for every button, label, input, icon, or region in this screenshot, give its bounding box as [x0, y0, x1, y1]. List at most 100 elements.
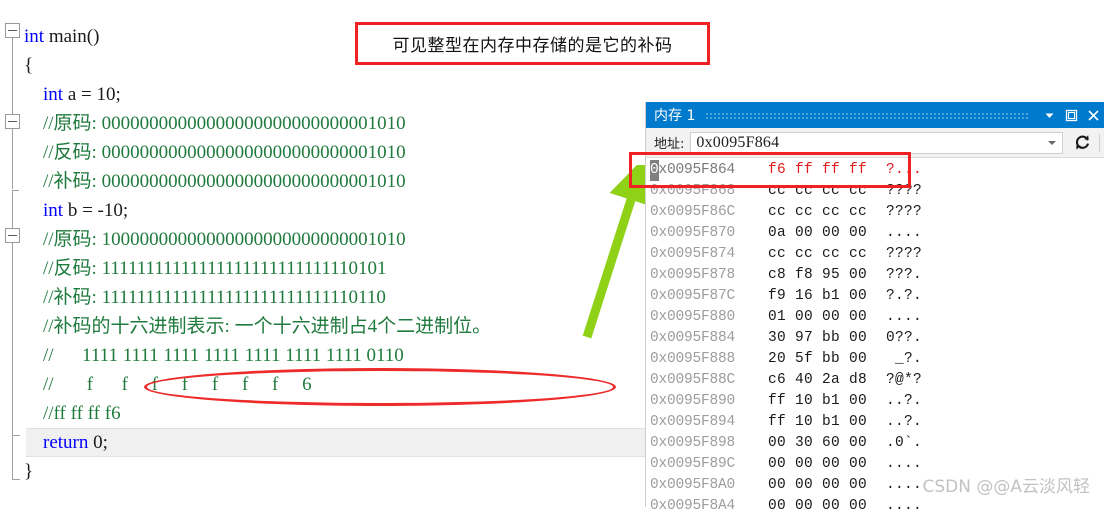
memory-row-hex: 00 30 60 00 [768, 435, 868, 451]
memory-row[interactable]: 0x0095F868 cc cc cc cc???? [646, 181, 1104, 202]
code-token: { [24, 55, 34, 76]
memory-row-address: 0x0095F890 [650, 393, 736, 409]
memory-row-address: 0x0095F894 [650, 414, 736, 430]
code-token: //ff ff ff f6 [24, 403, 121, 424]
chevron-down-icon[interactable] [1048, 140, 1056, 145]
memory-row-address: 0x0095F868 [650, 183, 736, 199]
annotation-callout-text: 可见整型在内存中存储的是它的补码 [392, 36, 673, 56]
code-line: int b = -10; [24, 196, 128, 225]
code-token: //原码: 00000000000000000000000000001010 [24, 113, 406, 134]
code-token: // 1111 1111 1111 1111 1111 1111 1111 01… [24, 345, 404, 366]
chevron-down-icon[interactable] [1038, 102, 1060, 128]
memory-row[interactable]: 0x0095F890 ff 10 b1 00..?. [646, 391, 1104, 412]
memory-row-address: 0x0095F880 [650, 309, 736, 325]
memory-rows-list[interactable]: 0x0095F864 f6 ff ff ff?... 0x0095F868 cc cc… [646, 158, 1104, 517]
memory-row-hex: 20 5f bb 00 [768, 351, 868, 367]
code-line: //补码: 00000000000000000000000000001010 [24, 167, 406, 196]
code-token: //补码的十六进制表示: 一个十六进制占4个二进制位。 [24, 316, 492, 337]
memory-row-hex: ff 10 b1 00 [768, 414, 868, 430]
code-line: int a = 10; [24, 80, 121, 109]
memory-row[interactable]: 0x0095F898 00 30 60 00 .0`. [646, 433, 1104, 454]
toolbar-separator [1099, 133, 1100, 152]
memory-row-ascii: ???? [886, 204, 923, 220]
memory-row-ascii: .... [886, 225, 923, 241]
code-line: // 1111 1111 1111 1111 1111 1111 1111 01… [24, 341, 404, 370]
code-token: 0; [93, 432, 108, 453]
memory-row-ascii: ???? [886, 246, 923, 262]
memory-row[interactable]: 0x0095F878 c8 f8 95 00???. [646, 265, 1104, 286]
memory-row-address: 0x0095F884 [650, 330, 736, 346]
memory-row-ascii: ..?. [886, 393, 923, 409]
memory-row-hex: cc cc cc cc [768, 246, 868, 262]
memory-row-ascii: .... [886, 456, 923, 472]
code-token: // f f f f f f f 6 [24, 374, 312, 395]
memory-row-address: 0x0095F870 [650, 225, 736, 241]
memory-row-address: 0x0095F874 [650, 246, 736, 262]
memory-row-hex: c6 40 2a d8 [768, 372, 868, 388]
code-token: //补码: 00000000000000000000000000001010 [24, 171, 406, 192]
memory-row-address: 0x0095F864 [650, 160, 768, 181]
memory-row[interactable]: 0x0095F86C cc cc cc cc???? [646, 202, 1104, 223]
code-text-area[interactable]: int main() { int a = 10; //原码: 0000000000… [0, 0, 645, 507]
titlebar-drag-grip[interactable] [705, 111, 1028, 119]
memory-row-ascii: ..?. [886, 414, 923, 430]
memory-row[interactable]: 0x0095F884 30 97 bb 00 0??. [646, 328, 1104, 349]
code-editor-pane[interactable]: int main() { int a = 10; //原码: 0000000000… [0, 0, 645, 507]
memory-row-hex: 00 00 00 00 [768, 456, 868, 472]
memory-row-address: 0x0095F8A0 [650, 477, 736, 493]
annotation-callout-box: 可见整型在内存中存储的是它的补码 [355, 22, 710, 65]
memory-row-ascii: .0`. [886, 435, 923, 451]
code-token: //原码: 10000000000000000000000000001010 [24, 229, 406, 250]
memory-window-toolbar[interactable]: 地址: 0x0095F864 [646, 128, 1104, 158]
code-token: b = -10; [67, 200, 129, 221]
memory-row-hex: 00 00 00 00 [768, 477, 868, 493]
code-line: //补码的十六进制表示: 一个十六进制占4个二进制位。 [24, 312, 491, 341]
memory-row-hex: 01 00 00 00 [768, 309, 868, 325]
close-icon[interactable] [1082, 102, 1104, 128]
memory-row-ascii: .... [886, 309, 923, 325]
memory-row[interactable]: 0x0095F894 ff 10 b1 00..?. [646, 412, 1104, 433]
memory-row-hex: 0a 00 00 00 [768, 225, 868, 241]
code-line: //反码: 00000000000000000000000000001010 [24, 138, 406, 167]
code-token: int [24, 200, 68, 221]
memory-window-titlebar[interactable]: 内存 1 [646, 102, 1104, 128]
memory-row-hex: f9 16 b1 00 [768, 288, 868, 304]
memory-row-ascii: ?... [886, 162, 923, 178]
address-label: 地址: [654, 137, 685, 152]
memory-row[interactable]: 0x0095F874 cc cc cc cc???? [646, 244, 1104, 265]
memory-row-address: 0x0095F89C [650, 456, 736, 472]
memory-row[interactable]: 0x0095F87C f9 16 b1 00?.?. [646, 286, 1104, 307]
memory-row-hex: 30 97 bb 00 [768, 330, 868, 346]
code-token: a = 10; [67, 84, 121, 105]
code-token: main() [48, 26, 100, 47]
memory-row[interactable]: 0x0095F880 01 00 00 00.... [646, 307, 1104, 328]
address-input[interactable]: 0x0095F864 [690, 131, 1063, 154]
code-line: return 0; [24, 428, 108, 457]
code-token: //反码: 11111111111111111111111111110101 [24, 258, 387, 279]
memory-row-address: 0x0095F888 [650, 351, 736, 367]
memory-row-address: 0x0095F86C [650, 204, 736, 220]
memory-cursor: 0 [650, 160, 659, 181]
memory-row-ascii: ?.?. [886, 288, 923, 304]
memory-window[interactable]: 内存 1 地址: 0x0095F864 0x0095F864 f6 ff ff … [645, 102, 1104, 514]
code-token: //补码: 11111111111111111111111111110110 [24, 287, 386, 308]
memory-row-ascii: 0??. [886, 330, 923, 346]
memory-row[interactable]: 0x0095F88C c6 40 2a d8 ?@*? [646, 370, 1104, 391]
csdn-watermark: CSDN @@A云淡风轻 [922, 477, 1090, 497]
memory-row-ascii: _?. [886, 351, 923, 367]
code-token: //反码: 00000000000000000000000000001010 [24, 142, 406, 163]
memory-row[interactable]: 0x0095F888 20 5f bb 00 _?. [646, 349, 1104, 370]
memory-row-address: 0x0095F878 [650, 267, 736, 283]
maximize-icon[interactable] [1060, 102, 1082, 128]
memory-row[interactable]: 0x0095F870 0a 00 00 00.... [646, 223, 1104, 244]
refresh-icon[interactable] [1067, 130, 1097, 156]
memory-row-address: 0x0095F87C [650, 288, 736, 304]
memory-row-hex: f6 ff ff ff [768, 162, 868, 178]
code-line: //原码: 00000000000000000000000000001010 [24, 109, 406, 138]
memory-window-title: 内存 1 [654, 108, 696, 124]
memory-row-ascii: ?@*? [886, 372, 923, 388]
code-line: //ff ff ff f6 [24, 399, 121, 428]
memory-row[interactable]: 0x0095F864 f6 ff ff ff?... [646, 160, 1104, 181]
address-value: 0x0095F864 [696, 133, 780, 151]
memory-row-ascii: .... [886, 477, 923, 493]
